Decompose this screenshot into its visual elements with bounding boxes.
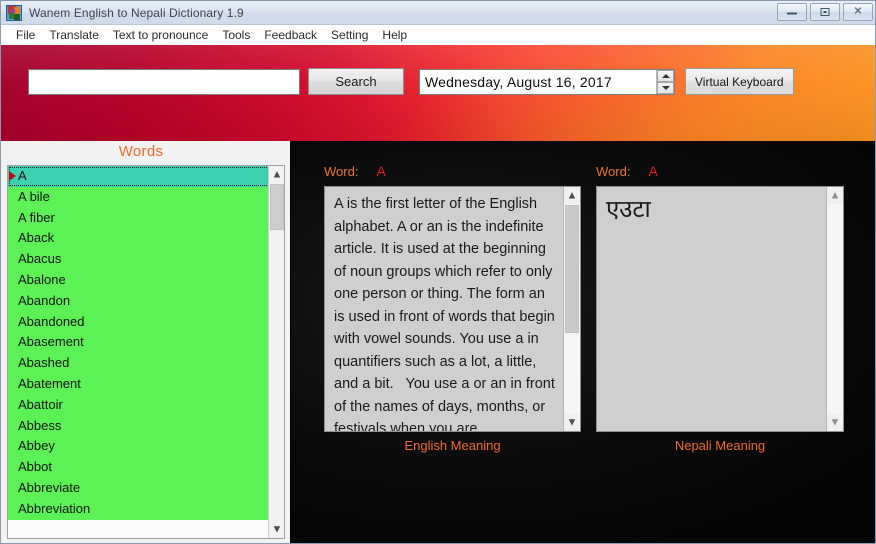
word-list-item-label: Abbey [18, 438, 55, 454]
chevron-up-icon: ▲ [271, 168, 283, 180]
main-content: Words A A bile A fiber Aback Abacus Abalone Ab… [1, 141, 875, 543]
nepali-word-row: Word: A [596, 163, 658, 179]
word-list-item[interactable]: Abalone [8, 269, 270, 291]
words-scroll-down-button[interactable]: ▼ [269, 521, 284, 538]
nepali-word-value: A [648, 163, 658, 179]
chevron-down-icon: ▼ [829, 416, 841, 428]
window-controls: ✕ [777, 3, 873, 21]
maximize-icon [820, 8, 830, 16]
word-list-item[interactable]: A bile [8, 186, 270, 208]
word-list-item[interactable]: Abbreviate [8, 477, 270, 499]
chevron-down-icon [661, 86, 670, 90]
word-list-item-label: Abbot [18, 459, 52, 475]
words-scroll-up-button[interactable]: ▲ [269, 166, 284, 183]
app-icon [6, 4, 22, 21]
menu-item-tools[interactable]: Tools [215, 26, 257, 44]
chevron-up-icon: ▲ [829, 189, 841, 201]
header-toolbar: Search Wednesday, August 16, 2017 Virtua… [1, 45, 875, 141]
chevron-down-icon: ▼ [566, 416, 578, 428]
word-list-item[interactable]: Abacus [8, 249, 270, 270]
english-scroll-up-button[interactable]: ▲ [564, 187, 580, 204]
english-word-value: A [376, 163, 386, 179]
word-list-item-label: A [18, 168, 27, 183]
words-scrollbar-thumb[interactable] [270, 184, 284, 230]
english-meaning-scrollbar[interactable]: ▲ ▼ [563, 187, 580, 431]
date-picker-value: Wednesday, August 16, 2017 [425, 74, 612, 90]
search-input[interactable] [28, 69, 300, 95]
word-list-item[interactable]: Abandoned [8, 311, 270, 333]
menu-item-feedback[interactable]: Feedback [257, 26, 324, 44]
word-list-item[interactable]: Abatement [8, 373, 270, 395]
word-list-item[interactable]: A [8, 166, 270, 187]
nepali-scroll-down-button[interactable]: ▼ [827, 414, 843, 431]
date-spinner [656, 70, 674, 94]
word-list-item-label: Abatement [18, 375, 81, 391]
menu-item-setting[interactable]: Setting [324, 26, 375, 44]
word-list-item-label: Abbreviate [18, 479, 81, 495]
menu-bar: File Translate Text to pronounce Tools F… [1, 25, 875, 45]
meanings-panel: Word: A A is the first letter of the Eng… [291, 141, 875, 543]
nepali-word-label: Word: [596, 164, 631, 179]
word-list-item[interactable]: Abattoir [8, 394, 270, 416]
minimize-icon [787, 10, 797, 15]
date-spinner-down-button[interactable] [657, 82, 674, 94]
english-meaning-label: English Meaning [404, 438, 501, 453]
menu-item-text-to-pronounce[interactable]: Text to pronounce [106, 26, 215, 44]
word-list-item-label: Abandoned [18, 313, 85, 329]
word-list-item-label: A fiber [18, 209, 55, 225]
date-picker[interactable]: Wednesday, August 16, 2017 [419, 69, 675, 95]
word-list-item-label: Abasement [18, 334, 84, 350]
application-window: Wanem English to Nepali Dictionary 1.9 ✕… [0, 0, 876, 544]
english-meaning-box[interactable]: A is the first letter of the English alp… [324, 186, 581, 432]
word-list-item-label: Abalone [18, 271, 66, 287]
word-list-item-label: Abashed [18, 355, 70, 371]
word-list-item[interactable]: Abbey [8, 436, 270, 458]
word-list-item[interactable]: Abandon [8, 290, 270, 312]
virtual-keyboard-button[interactable]: Virtual Keyboard [685, 68, 794, 95]
word-list-item-label: Abbreviation [18, 500, 91, 516]
word-list-item-label: Aback [18, 230, 55, 246]
english-word-row: Word: A [324, 163, 386, 179]
date-spinner-up-button[interactable] [657, 70, 674, 82]
english-scroll-down-button[interactable]: ▼ [564, 414, 580, 431]
nepali-meaning-scrollbar[interactable]: ▲ ▼ [826, 187, 843, 431]
nepali-meaning-box[interactable]: एउटा ▲ ▼ [596, 186, 844, 432]
word-list-item-label: Abattoir [18, 396, 63, 412]
menu-item-file[interactable]: File [9, 26, 42, 44]
word-list-item-label: Abandon [18, 292, 71, 308]
window-title: Wanem English to Nepali Dictionary 1.9 [29, 5, 244, 20]
nepali-meaning-label: Nepali Meaning [674, 438, 766, 453]
word-list-item[interactable]: Aback [8, 228, 270, 250]
maximize-button[interactable] [810, 3, 840, 21]
words-panel-title: Words [118, 143, 164, 160]
english-meaning-text: A is the first letter of the English alp… [334, 196, 559, 432]
word-list-item[interactable]: Abbess [8, 415, 270, 437]
english-word-label: Word: [324, 164, 359, 179]
words-list[interactable]: A A bile A fiber Aback Abacus Abalone Abandon A… [7, 165, 285, 539]
close-icon: ✕ [853, 5, 863, 18]
chevron-down-icon: ▼ [271, 523, 283, 535]
words-panel: Words A A bile A fiber Aback Abacus Abalone Ab… [1, 141, 291, 543]
title-bar: Wanem English to Nepali Dictionary 1.9 ✕ [1, 1, 875, 25]
word-list-item[interactable]: Abashed [8, 353, 270, 374]
word-list-item-label: Abacus [18, 251, 62, 267]
word-list-item[interactable]: A fiber [8, 207, 270, 229]
menu-item-help[interactable]: Help [375, 26, 414, 44]
word-list-item[interactable]: Abbreviation [8, 498, 270, 520]
nepali-scroll-up-button[interactable]: ▲ [827, 187, 843, 204]
close-button[interactable]: ✕ [843, 3, 873, 21]
chevron-up-icon [661, 74, 670, 78]
word-list-item-label: Abbess [18, 417, 62, 433]
word-list-item-label: A bile [18, 188, 50, 204]
word-list-item[interactable]: Abbot [8, 457, 270, 478]
chevron-up-icon: ▲ [566, 189, 578, 201]
nepali-meaning-text: एउटा [606, 196, 651, 223]
words-list-scrollbar[interactable]: ▲ ▼ [268, 166, 284, 538]
minimize-button[interactable] [777, 3, 807, 21]
menu-item-translate[interactable]: Translate [42, 26, 106, 44]
words-list-body: A A bile A fiber Aback Abacus Abalone Abandon A… [8, 166, 270, 538]
english-scrollbar-thumb[interactable] [565, 205, 579, 333]
search-button[interactable]: Search [308, 68, 404, 95]
word-list-item[interactable]: Abasement [8, 332, 270, 354]
